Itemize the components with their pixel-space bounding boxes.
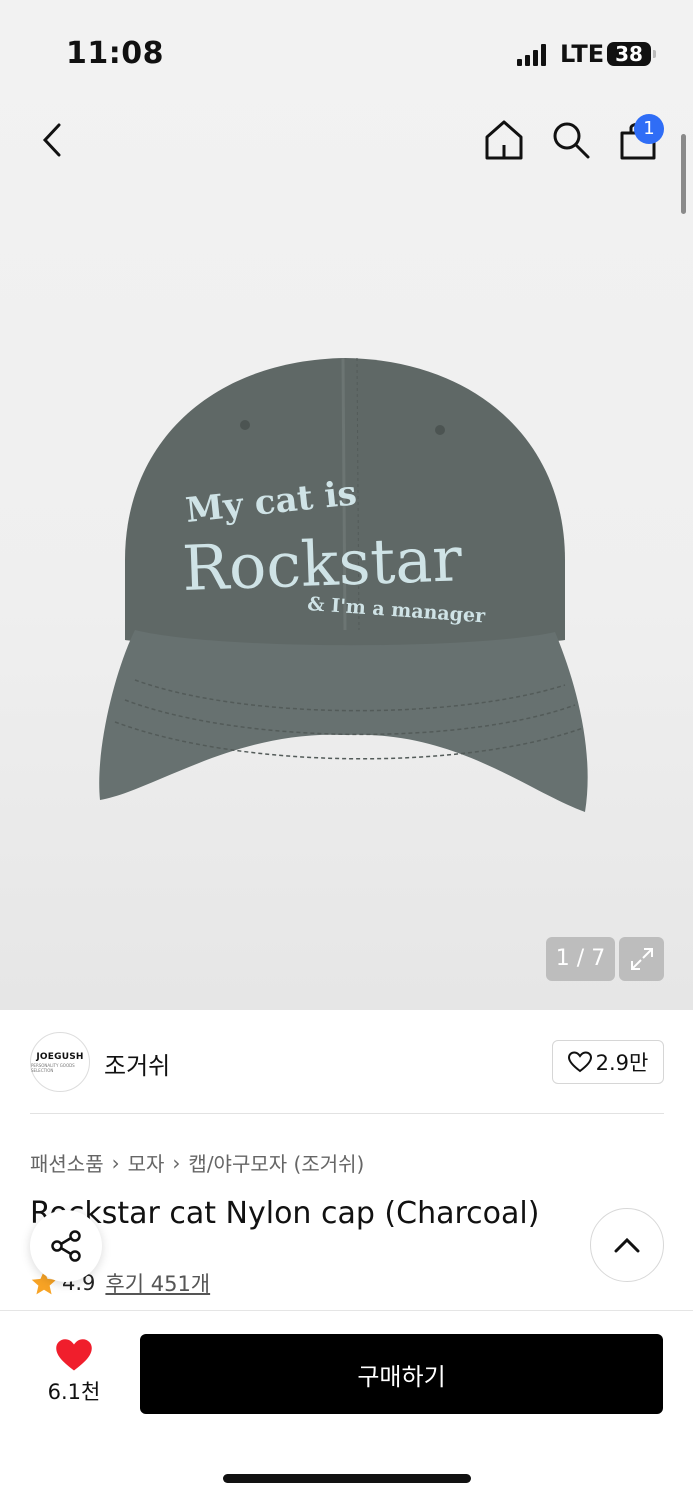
wishlist-button[interactable]: 6.1천 (40, 1338, 108, 1410)
chevron-right-icon: › (172, 1150, 181, 1175)
share-button[interactable] (30, 1210, 102, 1282)
breadcrumb-item[interactable]: 모자 (128, 1148, 165, 1177)
back-button[interactable] (30, 118, 74, 162)
brand-logo[interactable]: JOEGUSH PERSONALITY GOODS SELECTION (30, 1032, 90, 1092)
product-title: Rockstar cat Nylon cap (Charcoal) (30, 1196, 540, 1231)
cap-text-line2: Rockstar (181, 522, 463, 605)
expand-icon (630, 948, 653, 970)
cart-count-badge: 1 (634, 114, 664, 144)
image-counter: 1 / 7 (546, 937, 615, 981)
heart-filled-icon (56, 1339, 92, 1371)
signal-icon (517, 44, 547, 66)
home-indicator (223, 1474, 471, 1483)
share-icon (51, 1230, 81, 1262)
chevron-up-icon (614, 1237, 640, 1253)
status-bar: 11:08 LTE 38 (0, 0, 693, 100)
divider (30, 1113, 664, 1114)
breadcrumb-item[interactable]: 캡/야구모자 (조거쉬) (188, 1148, 364, 1177)
search-icon (553, 122, 590, 159)
wishlist-count: 6.1천 (47, 1380, 101, 1404)
search-button[interactable] (549, 118, 593, 162)
brand-like-count: 2.9만 (595, 1051, 649, 1075)
home-button[interactable] (482, 118, 526, 162)
breadcrumb: 패션소품 › 모자 › 캡/야구모자 (조거쉬) (30, 1148, 364, 1177)
chevron-left-icon (42, 123, 61, 157)
brand-row: JOEGUSH PERSONALITY GOODS SELECTION 조거쉬 … (30, 1030, 664, 1094)
heart-outline-icon (567, 1051, 592, 1073)
battery-icon: 38 (607, 42, 656, 66)
expand-image-button[interactable] (619, 937, 664, 981)
scroll-top-button[interactable] (590, 1208, 664, 1282)
status-time: 11:08 (66, 36, 164, 71)
product-image: My cat is Rockstar & I'm a manager (99, 357, 588, 812)
buy-button[interactable]: 구매하기 (140, 1334, 663, 1414)
chevron-right-icon: › (111, 1150, 120, 1175)
brand-like-button[interactable]: 2.9만 (552, 1040, 664, 1084)
scrollbar[interactable] (681, 134, 686, 214)
review-count-link[interactable]: 후기 451개 (105, 1268, 210, 1298)
network-type: LTE (560, 40, 605, 68)
breadcrumb-item[interactable]: 패션소품 (30, 1148, 104, 1177)
brand-name[interactable]: 조거쉬 (104, 1046, 170, 1081)
home-icon (485, 120, 523, 160)
